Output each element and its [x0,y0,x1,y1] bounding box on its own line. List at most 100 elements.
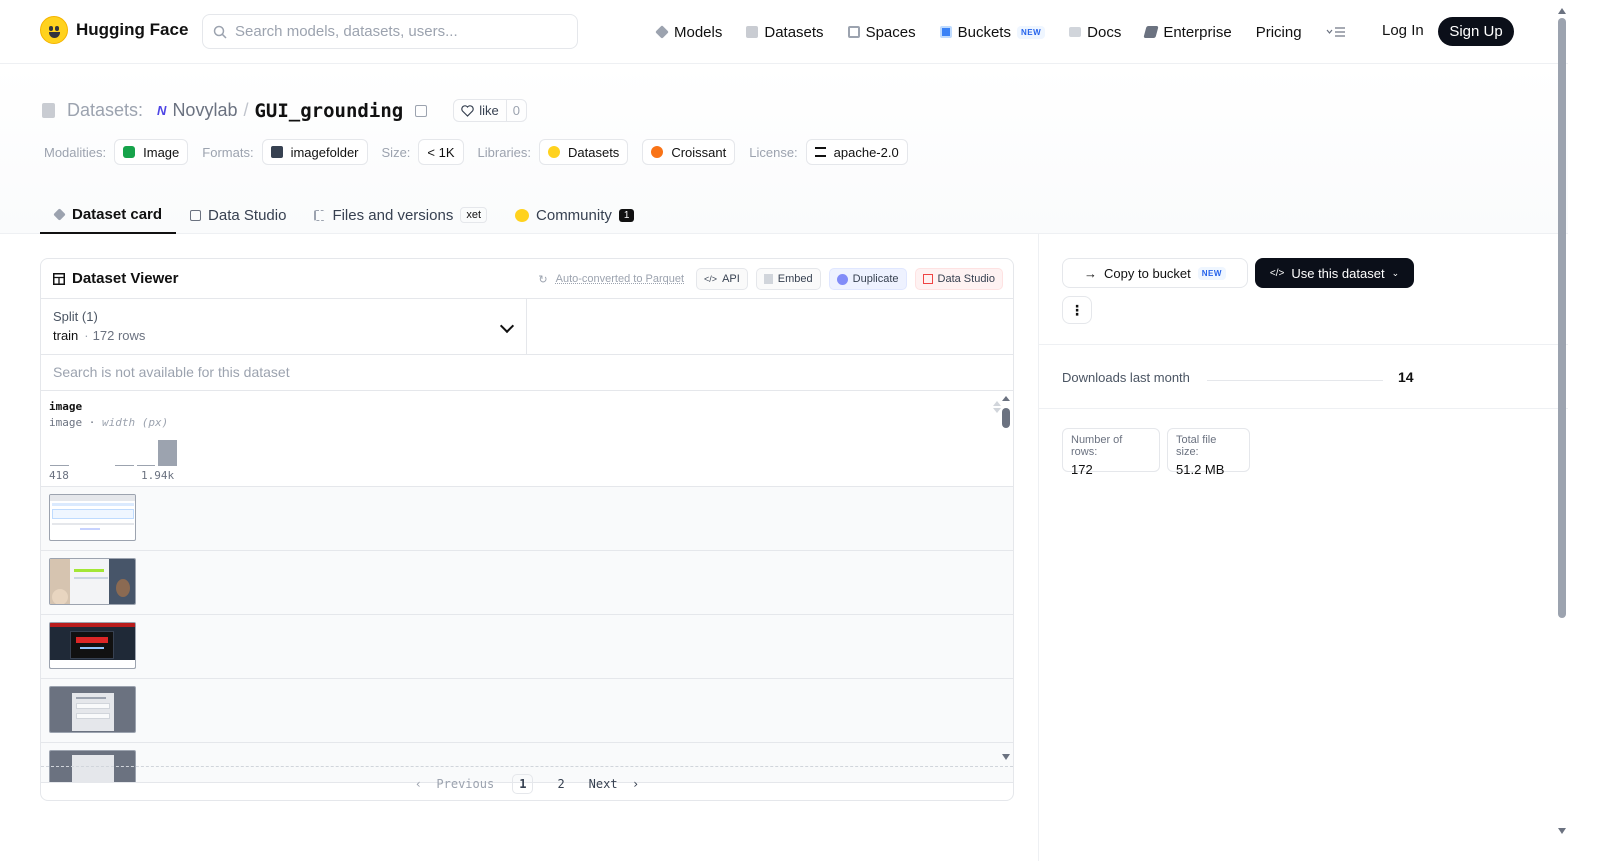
page-1-button[interactable]: 1 [512,773,534,794]
size-chip[interactable]: < 1K [418,139,464,165]
license-chip[interactable]: apache-2.0 [805,139,908,165]
embed-label: Embed [777,273,813,285]
more-options-button[interactable]: ⋮ [1062,296,1092,324]
modality-chip[interactable]: Image [114,139,189,165]
dataset-name[interactable]: GUI_grounding [254,100,403,122]
api-button[interactable]: </> API [696,268,748,290]
nav-buckets[interactable]: Buckets NEW [939,23,1046,41]
search-icon [213,25,227,39]
nav-enterprise[interactable]: Enterprise [1143,24,1232,41]
library-croissant-value: Croissant [671,144,727,160]
use-this-dataset-button[interactable]: </> Use this dataset ⌄ [1255,258,1414,288]
table-row[interactable] [41,615,1013,679]
tab-data-studio[interactable]: Data Studio [176,196,300,234]
signup-button[interactable]: Sign Up [1438,17,1514,46]
path-separator: / [243,100,249,120]
new-badge: NEW [1197,266,1226,280]
page-scrollbar[interactable] [1556,0,1568,861]
split-selector[interactable]: Split (1) train · 172 rows [41,299,527,354]
table-row[interactable] [41,487,1013,551]
nav-docs-label: Docs [1087,23,1122,41]
tab-files-versions-label: Files and versions [332,206,454,224]
use-dataset-label: Use this dataset [1291,265,1385,281]
tab-dataset-card[interactable]: Dataset card [40,196,177,234]
filesize-stat: Total file size: 51.2 MB [1167,428,1250,477]
size-label: Size: [381,144,411,160]
datasets-prefix-link[interactable]: Datasets: [67,100,143,121]
xet-badge: xet [460,207,488,223]
next-page-button[interactable]: Next › [589,777,640,791]
split-label: Split (1) [53,309,98,324]
sidebar-divider [1038,234,1039,861]
data-studio-label: Data Studio [937,273,995,285]
page-2-button[interactable]: 2 [551,775,570,793]
dataset-viewer: Dataset Viewer ↻ Auto-converted to Parqu… [40,258,1014,801]
data-rows [41,487,1013,783]
image-thumbnail[interactable] [49,622,136,669]
owner-name: Novylab [172,100,238,120]
nav-docs[interactable]: Docs [1069,24,1121,41]
previous-page-button[interactable]: ‹ Previous [415,777,494,791]
heart-icon [461,104,474,117]
owner-link[interactable]: N Novylab [157,100,237,121]
formats-label: Formats: [202,144,254,160]
auto-converted-link[interactable]: Auto-converted to Parquet [556,273,684,285]
chevron-down-icon: ⌄ [1391,267,1400,278]
global-search[interactable] [202,14,578,49]
rows-stat-value: 172 [1071,462,1093,477]
previous-label: Previous [436,776,495,791]
size-value: < 1K [427,144,455,160]
grid-icon [847,26,860,38]
image-thumbnail[interactable] [49,686,136,733]
bank-icon [814,147,826,157]
split-name: train [53,328,79,343]
table-row[interactable] [41,551,1013,615]
width-histogram[interactable] [49,440,179,466]
nav-buckets-label: Buckets [957,23,1011,41]
dataset-tabs: Dataset card Data Studio Files and versi… [40,196,648,234]
nav-pricing-label: Pricing [1255,23,1302,41]
column-type-detail: width (px) [102,416,169,429]
viewer-scrollbar[interactable] [1000,396,1012,766]
nav-models[interactable]: Models [655,23,723,41]
library-croissant-chip[interactable]: Croissant [642,139,736,165]
database-icon [746,26,759,38]
nav-datasets[interactable]: Datasets [746,24,824,41]
like-button[interactable]: like 0 [453,99,527,122]
nav-more-menu[interactable] [1326,26,1346,38]
library-datasets-chip[interactable]: Datasets [539,139,629,165]
rows-stat-label: Number of rows: [1071,434,1123,458]
nav-models-label: Models [674,23,723,41]
tab-community[interactable]: Community 1 [501,196,648,234]
copy-to-bucket-button[interactable]: → Copy to bucket NEW [1062,258,1248,288]
files-icon [314,209,326,221]
license-value: apache-2.0 [833,144,899,160]
embed-button[interactable]: Embed [755,268,821,290]
home-logo-link[interactable]: Hugging Face [40,16,188,44]
sidebar-separator [1039,344,1568,345]
vertical-dots-icon: ⋮ [1070,301,1084,318]
copy-icon[interactable] [415,104,428,117]
split-dot: · [84,328,89,343]
tab-files-versions[interactable]: Files and versions xet [300,196,501,234]
duplicate-icon [836,273,848,285]
table-row[interactable] [41,679,1013,743]
histogram-bar [50,464,69,466]
search-input[interactable] [235,23,555,40]
croissant-icon [651,146,664,158]
column-type: image · width (px) [49,416,169,429]
nav-pricing[interactable]: Pricing [1256,24,1302,41]
duplicate-button[interactable]: Duplicate [828,268,907,290]
nav-spaces[interactable]: Spaces [847,24,916,41]
data-studio-button[interactable]: Data Studio [914,268,1003,290]
login-link[interactable]: Log In [1382,22,1424,39]
new-badge: NEW [1016,25,1046,39]
folder-icon [270,146,283,158]
image-thumbnail[interactable] [49,558,136,605]
image-thumbnail[interactable] [49,494,136,541]
format-chip[interactable]: imagefolder [261,139,368,165]
pagination: ‹ Previous 1 2 Next › [41,766,1013,800]
novylab-logo-icon: N [157,103,167,118]
code-icon: </> [704,274,718,284]
duplicate-label: Duplicate [852,273,899,285]
